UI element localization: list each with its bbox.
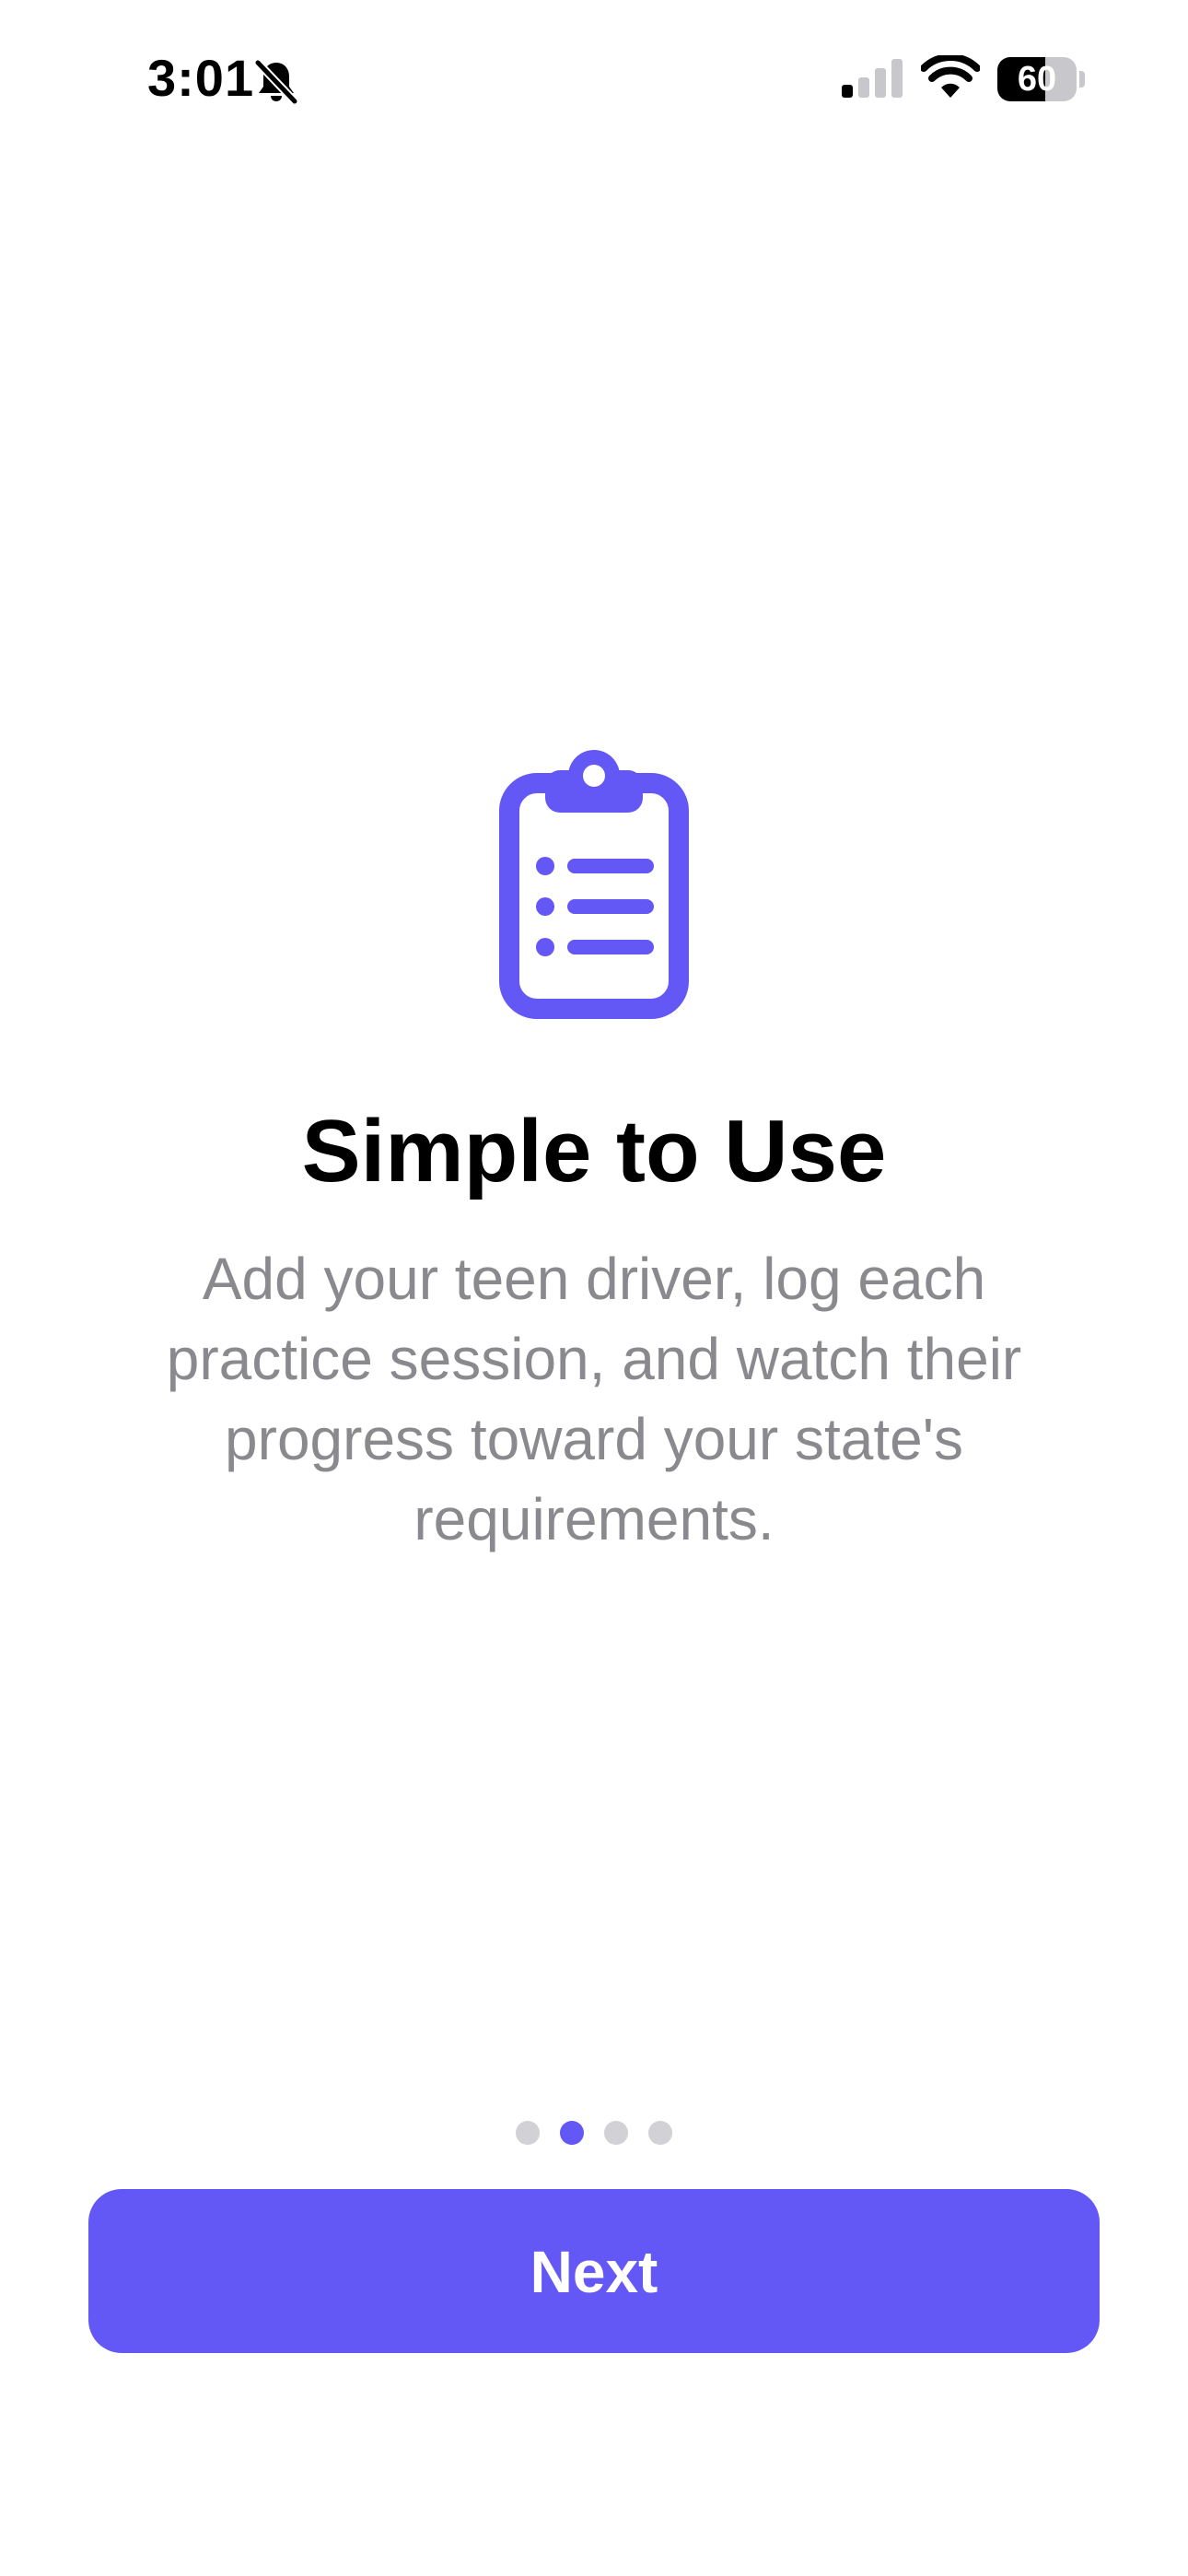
status-time: 3:01 [147,49,255,107]
page-dot[interactable] [604,2121,628,2145]
wifi-icon [921,55,980,98]
battery-tip [1079,71,1085,88]
signal-bar [858,77,869,98]
bell-slash-icon [253,58,299,105]
signal-bar [891,59,903,98]
status-bar: 3:01 60 [0,0,1188,157]
page-dot-active[interactable] [560,2121,584,2145]
page-description: Add your teen driver, log each practice … [166,1246,1022,1552]
battery-icon: 60 [997,57,1086,101]
page-title: Simple to Use [301,1102,887,1200]
cellular-signal-icon [842,59,903,98]
battery-level: 60 [1017,60,1057,99]
signal-bar [875,68,886,98]
battery-body: 60 [997,57,1077,101]
page-dot[interactable] [648,2121,672,2145]
signal-bar [842,85,853,98]
next-button[interactable]: Next [88,2189,1100,2353]
page-dot[interactable] [516,2121,540,2145]
clipboard-list-icon [499,750,689,1019]
page-indicator [0,2121,1188,2145]
